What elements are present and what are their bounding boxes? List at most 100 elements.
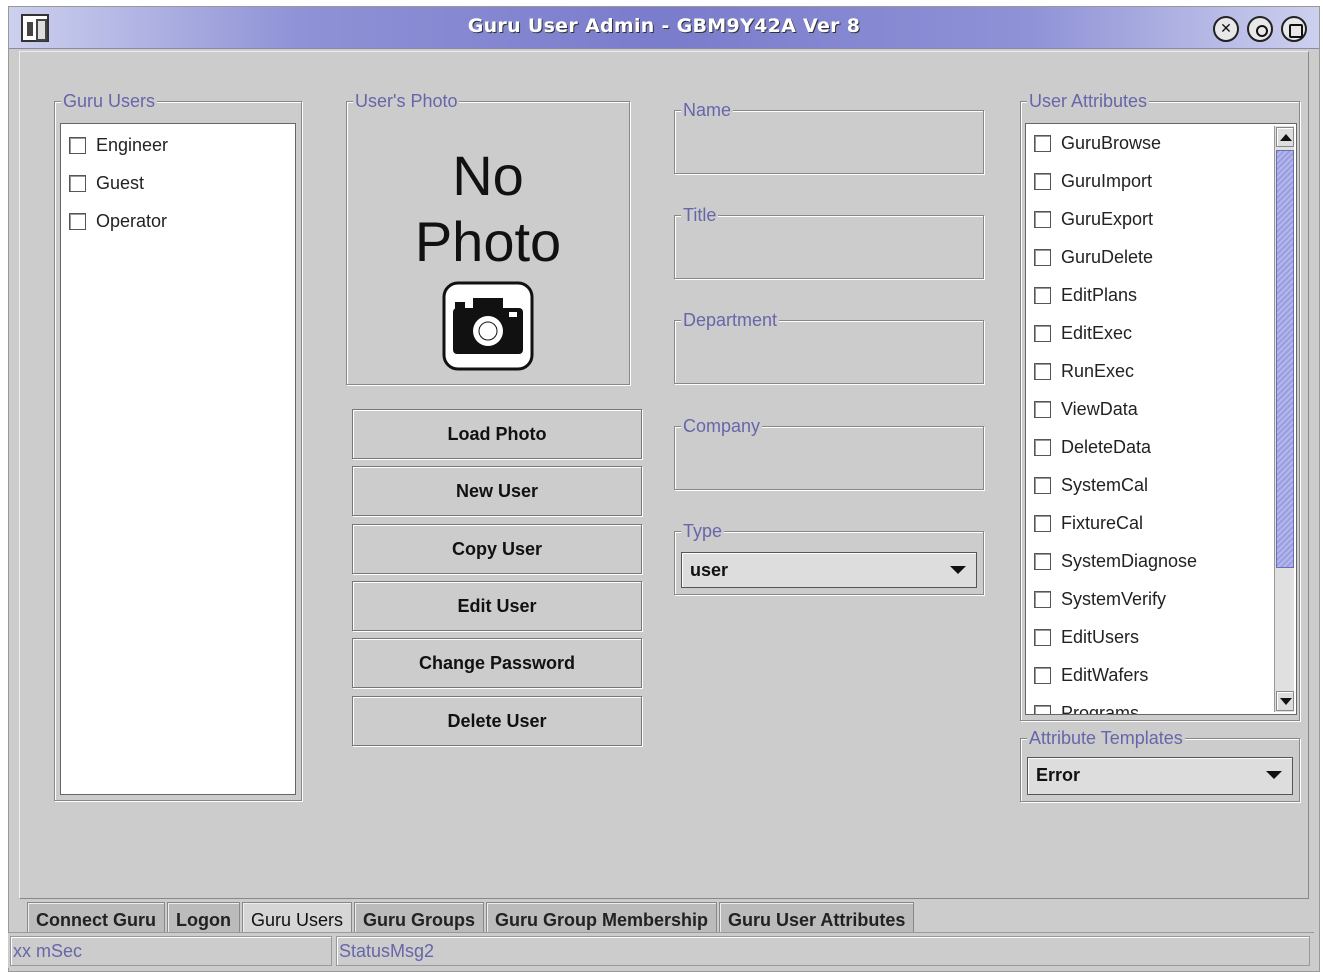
type-select-value: user — [690, 560, 729, 580]
attribute-checkbox[interactable] — [1034, 476, 1051, 494]
type-select[interactable]: user — [681, 552, 977, 588]
tab-logon[interactable]: Logon — [167, 902, 240, 936]
list-item[interactable]: Operator — [61, 202, 295, 240]
list-item[interactable]: Engineer — [61, 126, 295, 164]
chevron-down-icon — [1280, 698, 1292, 705]
close-icon[interactable]: ✕ — [1213, 16, 1239, 42]
list-item[interactable]: RunExec — [1026, 352, 1296, 390]
list-item[interactable]: GuruBrowse — [1026, 124, 1296, 162]
list-item[interactable]: EditExec — [1026, 314, 1296, 352]
type-legend: Type — [681, 521, 725, 541]
tab-guru-user-attributes[interactable]: Guru User Attributes — [719, 902, 915, 936]
name-field[interactable]: Name — [674, 100, 984, 174]
list-item[interactable]: GuruImport — [1026, 162, 1296, 200]
user-checkbox[interactable] — [69, 174, 86, 192]
user-label: Operator — [96, 210, 168, 231]
attribute-label: EditUsers — [1061, 626, 1140, 647]
attribute-templates-group: Attribute Templates Error — [1020, 728, 1300, 802]
title-legend: Title — [681, 205, 719, 225]
type-group: Type user — [674, 521, 984, 595]
minimize-icon[interactable] — [1247, 16, 1273, 42]
title-bar[interactable]: Guru User Admin - GBM9Y42A Ver 8 ✕ — [9, 7, 1319, 49]
load-photo-button[interactable]: Load Photo — [352, 409, 642, 459]
attribute-label: EditPlans — [1061, 284, 1138, 305]
company-field[interactable]: Company — [674, 416, 984, 490]
tab-guru-group-membership[interactable]: Guru Group Membership — [486, 902, 718, 936]
list-item[interactable]: EditUsers — [1026, 618, 1296, 656]
status-bar: xx mSec StatusMsg2 — [8, 932, 1314, 968]
attribute-checkbox[interactable] — [1034, 210, 1051, 228]
user-checkbox[interactable] — [69, 136, 86, 154]
attribute-checkbox[interactable] — [1034, 172, 1051, 190]
attribute-label: FixtureCal — [1061, 512, 1144, 533]
scrollbar-thumb[interactable] — [1276, 150, 1294, 568]
tab-guru-groups[interactable]: Guru Groups — [354, 902, 485, 936]
user-attributes-list[interactable]: GuruBrowse GuruImport GuruExport GuruDel… — [1025, 123, 1297, 715]
new-user-button[interactable]: New User — [352, 466, 642, 516]
attribute-label: EditExec — [1061, 322, 1133, 343]
list-item[interactable]: GuruDelete — [1026, 238, 1296, 276]
attribute-checkbox[interactable] — [1034, 438, 1051, 456]
scroll-down-button[interactable] — [1276, 691, 1294, 711]
no-photo-text-line1: No — [452, 144, 524, 207]
title-field[interactable]: Title — [674, 205, 984, 279]
attribute-checkbox[interactable] — [1034, 666, 1051, 684]
attribute-checkbox[interactable] — [1034, 286, 1051, 304]
attribute-checkbox[interactable] — [1034, 552, 1051, 570]
tab-bar: Connect Guru Logon Guru Users Guru Group… — [27, 902, 916, 936]
attribute-label: SystemCal — [1061, 474, 1149, 495]
attribute-checkbox[interactable] — [1034, 324, 1051, 342]
attribute-checkbox[interactable] — [1034, 590, 1051, 608]
edit-user-button[interactable]: Edit User — [352, 581, 642, 631]
attribute-label: SystemDiagnose — [1061, 550, 1198, 571]
user-label: Engineer — [96, 134, 169, 155]
user-checkbox[interactable] — [69, 212, 86, 230]
tab-guru-users[interactable]: Guru Users — [241, 902, 353, 936]
attribute-checkbox[interactable] — [1034, 704, 1051, 714]
status-message: StatusMsg2 — [336, 936, 1310, 966]
attribute-checkbox[interactable] — [1034, 628, 1051, 646]
attribute-checkbox[interactable] — [1034, 400, 1051, 418]
attribute-label: GuruImport — [1061, 170, 1153, 191]
list-item[interactable]: ViewData — [1026, 390, 1296, 428]
scroll-up-button[interactable] — [1276, 127, 1294, 147]
attribute-templates-value: Error — [1036, 765, 1081, 785]
attribute-checkbox[interactable] — [1034, 362, 1051, 380]
attribute-label: EditWafers — [1061, 664, 1149, 685]
attribute-label: SystemVerify — [1061, 588, 1167, 609]
list-item[interactable]: SystemVerify — [1026, 580, 1296, 618]
attributes-scrollbar[interactable] — [1274, 126, 1294, 712]
list-item[interactable]: EditWafers — [1026, 656, 1296, 694]
copy-user-button[interactable]: Copy User — [352, 524, 642, 574]
attribute-templates-select[interactable]: Error — [1027, 757, 1293, 795]
maximize-icon[interactable] — [1281, 16, 1307, 42]
users-photo-group: User's Photo No Photo — [346, 91, 630, 385]
chevron-down-icon[interactable] — [950, 566, 966, 574]
list-item[interactable]: EditPlans — [1026, 276, 1296, 314]
list-item[interactable]: Guest — [61, 164, 295, 202]
guru-users-panel: Guru Users Engineer Guest Operator User'… — [19, 51, 1309, 899]
list-item[interactable]: SystemCal — [1026, 466, 1296, 504]
attribute-checkbox[interactable] — [1034, 248, 1051, 266]
guru-users-list[interactable]: Engineer Guest Operator — [60, 123, 296, 795]
attribute-label: RunExec — [1061, 360, 1135, 381]
list-item[interactable]: FixtureCal — [1026, 504, 1296, 542]
user-label: Guest — [96, 172, 145, 193]
list-item[interactable]: GuruExport — [1026, 200, 1296, 238]
camera-icon — [442, 281, 534, 371]
list-item[interactable]: Programs — [1026, 694, 1296, 714]
chevron-up-icon — [1280, 134, 1292, 141]
attribute-checkbox[interactable] — [1034, 514, 1051, 532]
attribute-checkbox[interactable] — [1034, 134, 1051, 152]
list-item[interactable]: SystemDiagnose — [1026, 542, 1296, 580]
name-legend: Name — [681, 100, 734, 120]
guru-users-legend: Guru Users — [61, 91, 158, 111]
delete-user-button[interactable]: Delete User — [352, 696, 642, 746]
chevron-down-icon[interactable] — [1266, 771, 1282, 779]
tab-connect-guru[interactable]: Connect Guru — [27, 902, 165, 936]
change-password-button[interactable]: Change Password — [352, 638, 642, 688]
users-photo-legend: User's Photo — [353, 91, 460, 111]
department-field[interactable]: Department — [674, 310, 984, 384]
app-window: Guru User Admin - GBM9Y42A Ver 8 ✕ Guru … — [8, 6, 1320, 972]
list-item[interactable]: DeleteData — [1026, 428, 1296, 466]
